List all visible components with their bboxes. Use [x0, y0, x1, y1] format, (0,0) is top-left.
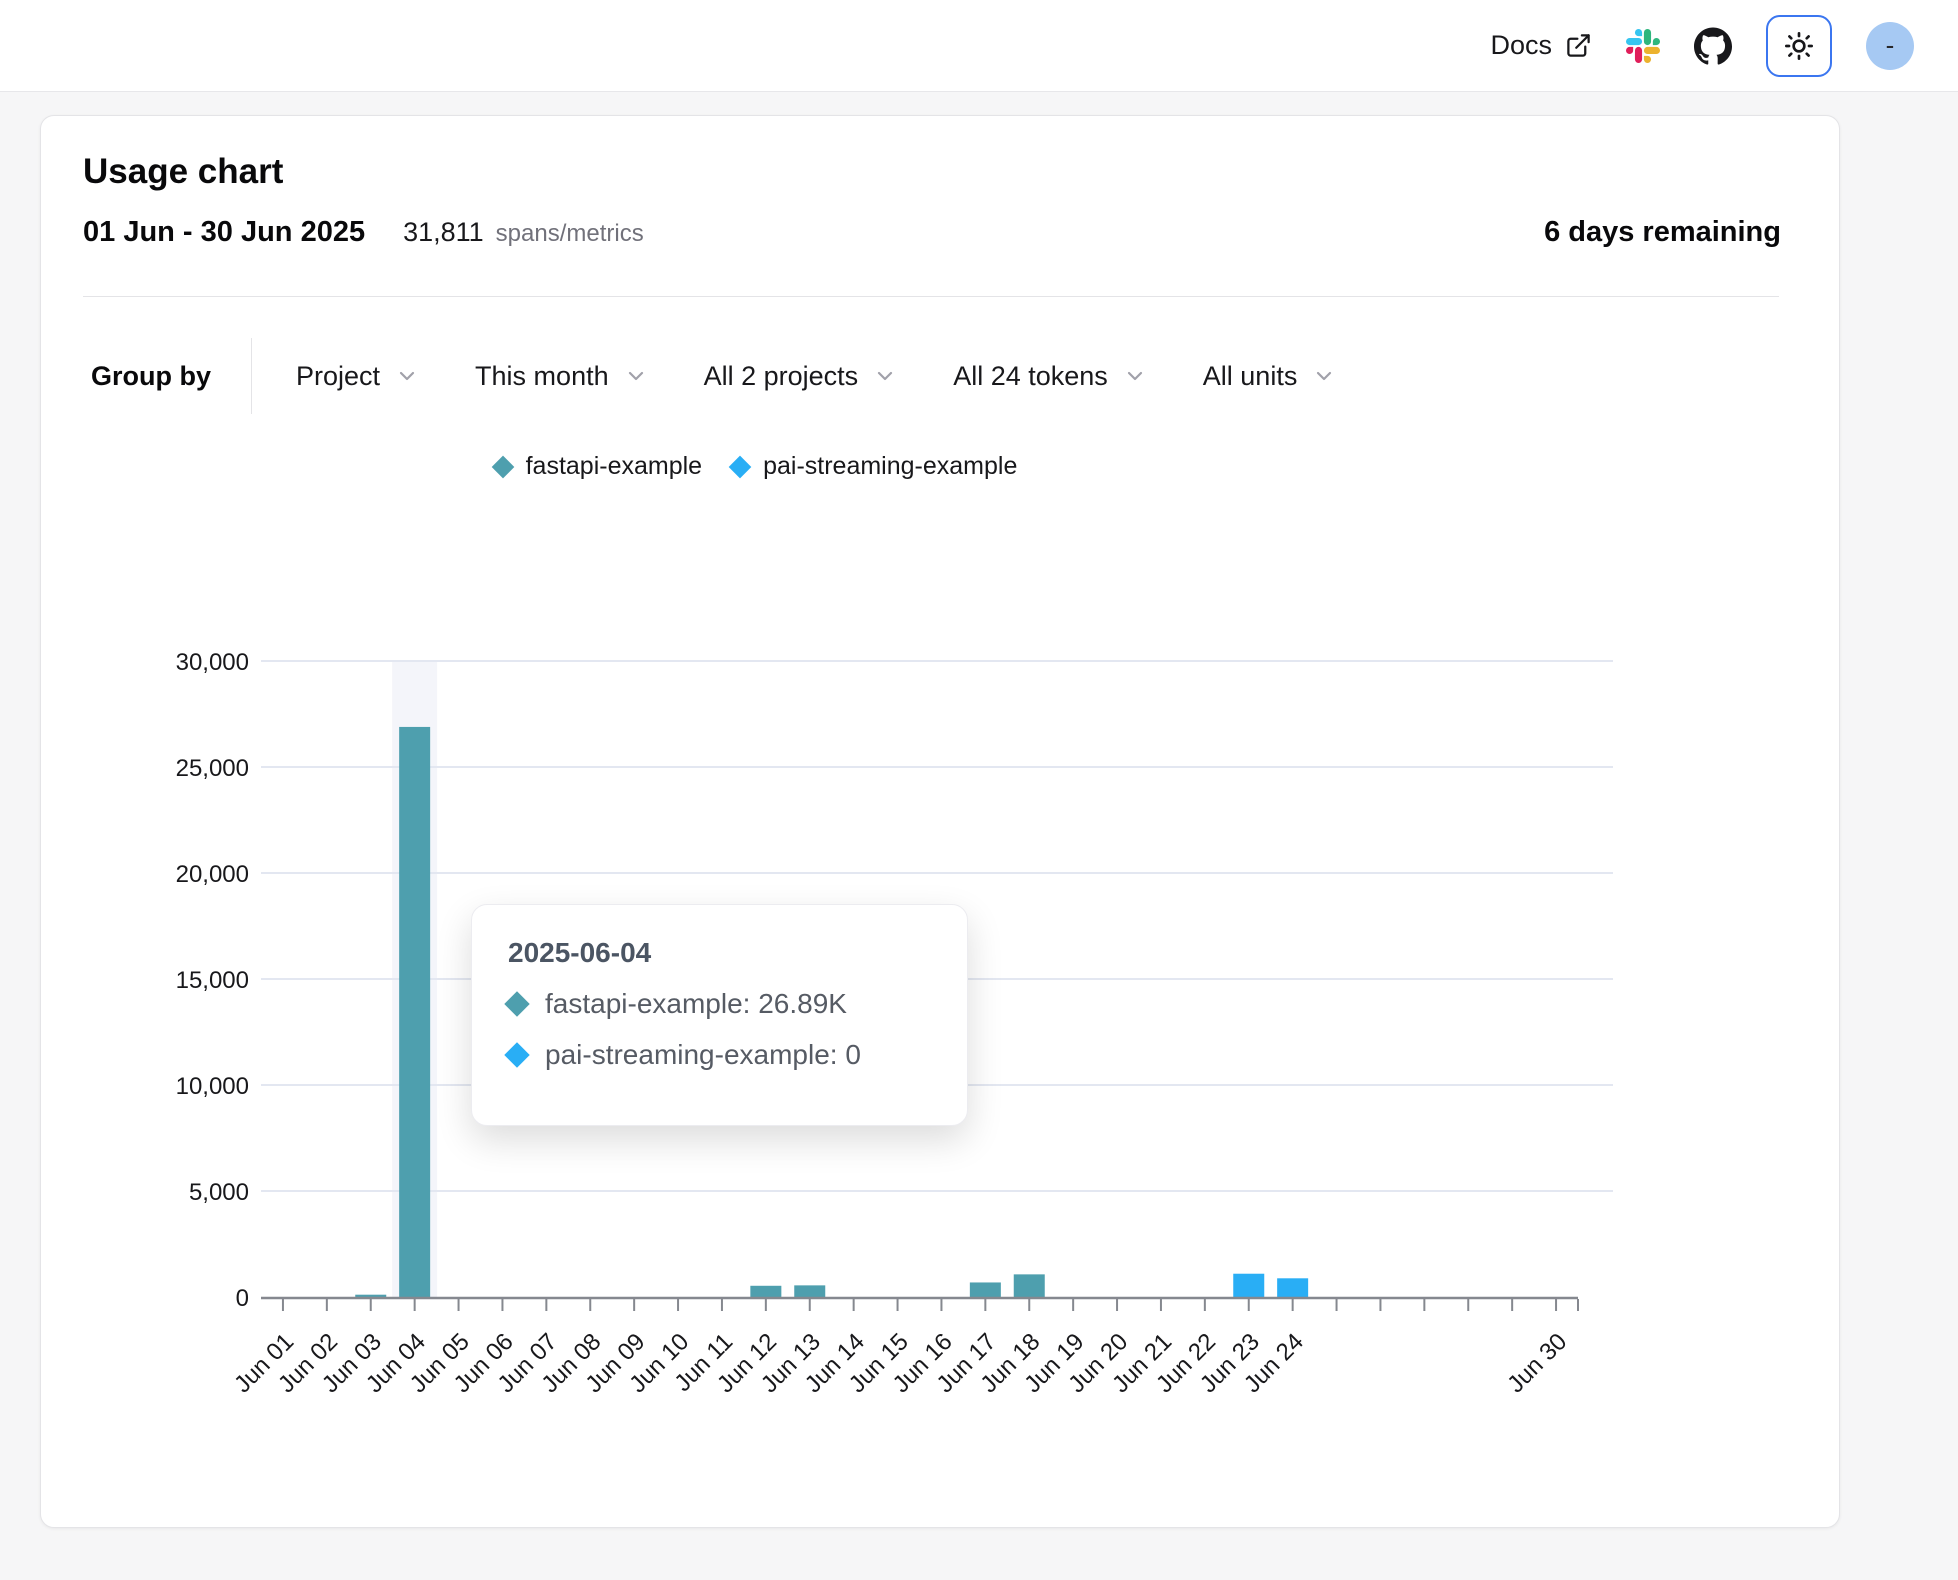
usage-count: 31,811: [403, 217, 484, 248]
usage-card: Usage chart 01 Jun - 30 Jun 2025 31,811 …: [40, 115, 1840, 1528]
chevron-down-icon: [395, 364, 419, 388]
y-axis-tick-label: 0: [236, 1285, 249, 1312]
group-by-dropdown[interactable]: Project: [296, 361, 419, 392]
group-by-dropdown-value: Project: [296, 361, 380, 392]
y-axis-tick-label: 25,000: [176, 755, 249, 782]
slack-icon[interactable]: [1626, 29, 1660, 63]
sun-icon: [1783, 30, 1815, 62]
y-axis-tick-label: 5,000: [189, 1179, 249, 1206]
bar-jun-12-fastapi-example[interactable]: [750, 1286, 781, 1297]
bar-jun-18-fastapi-example[interactable]: [1014, 1274, 1045, 1297]
tooltip-row-text: pai-streaming-example: 0: [545, 1039, 861, 1071]
external-link-icon: [1565, 32, 1592, 59]
tooltip-diamond-icon: [504, 991, 529, 1016]
bar-jun-17-fastapi-example[interactable]: [970, 1282, 1001, 1297]
chevron-down-icon: [624, 364, 648, 388]
chart-tooltip: 2025-06-04 fastapi-example: 26.89K pai-s…: [471, 904, 968, 1126]
tokens-dropdown[interactable]: All 24 tokens: [953, 361, 1147, 392]
avatar[interactable]: -: [1866, 22, 1914, 70]
tooltip-diamond-icon: [504, 1042, 529, 1067]
tooltip-row-text: fastapi-example: 26.89K: [545, 988, 847, 1020]
tokens-dropdown-value: All 24 tokens: [953, 361, 1108, 392]
chevron-down-icon: [873, 364, 897, 388]
github-icon[interactable]: [1694, 27, 1732, 65]
projects-dropdown-value: All 2 projects: [704, 361, 859, 392]
tooltip-row: fastapi-example: 26.89K: [508, 988, 931, 1020]
bar-jun-03-fastapi-example[interactable]: [355, 1295, 386, 1297]
theme-toggle-button[interactable]: [1766, 15, 1832, 77]
chevron-down-icon: [1123, 364, 1147, 388]
projects-dropdown[interactable]: All 2 projects: [704, 361, 898, 392]
tooltip-row: pai-streaming-example: 0: [508, 1039, 931, 1071]
units-dropdown[interactable]: All units: [1203, 361, 1337, 392]
days-remaining: 6 days remaining: [1544, 216, 1781, 249]
usage-unit: spans/metrics: [496, 220, 644, 248]
bar-jun-23-pai-streaming-example[interactable]: [1233, 1274, 1264, 1297]
x-axis-tick-label: Jun 30: [1502, 1328, 1572, 1398]
date-range: 01 Jun - 30 Jun 2025: [83, 216, 365, 249]
y-axis-tick-label: 20,000: [176, 861, 249, 888]
section-divider: [83, 296, 1779, 297]
tooltip-date: 2025-06-04: [508, 937, 931, 969]
date-range-dropdown[interactable]: This month: [475, 361, 648, 392]
chevron-down-icon: [1312, 364, 1336, 388]
filter-row: Group by Project This month All 2 projec…: [91, 338, 1336, 414]
y-axis-tick-label: 10,000: [176, 1073, 249, 1100]
group-by-label: Group by: [91, 361, 211, 392]
units-dropdown-value: All units: [1203, 361, 1298, 392]
usage-meta-row: 01 Jun - 30 Jun 2025 31,811 spans/metric…: [83, 216, 1781, 249]
bar-jun-24-pai-streaming-example[interactable]: [1277, 1278, 1308, 1297]
y-axis-tick-label: 30,000: [176, 649, 249, 676]
docs-link[interactable]: Docs: [1490, 30, 1592, 61]
top-bar: Docs: [0, 0, 1958, 92]
bar-jun-04-fastapi-example[interactable]: [399, 727, 430, 1297]
page: Docs: [0, 0, 1958, 1580]
avatar-label: -: [1886, 30, 1895, 61]
date-range-dropdown-value: This month: [475, 361, 609, 392]
docs-label: Docs: [1490, 30, 1552, 61]
page-title: Usage chart: [83, 152, 283, 192]
y-axis-tick-label: 15,000: [176, 967, 249, 994]
vertical-divider: [251, 338, 252, 414]
bar-jun-13-fastapi-example[interactable]: [794, 1285, 825, 1297]
